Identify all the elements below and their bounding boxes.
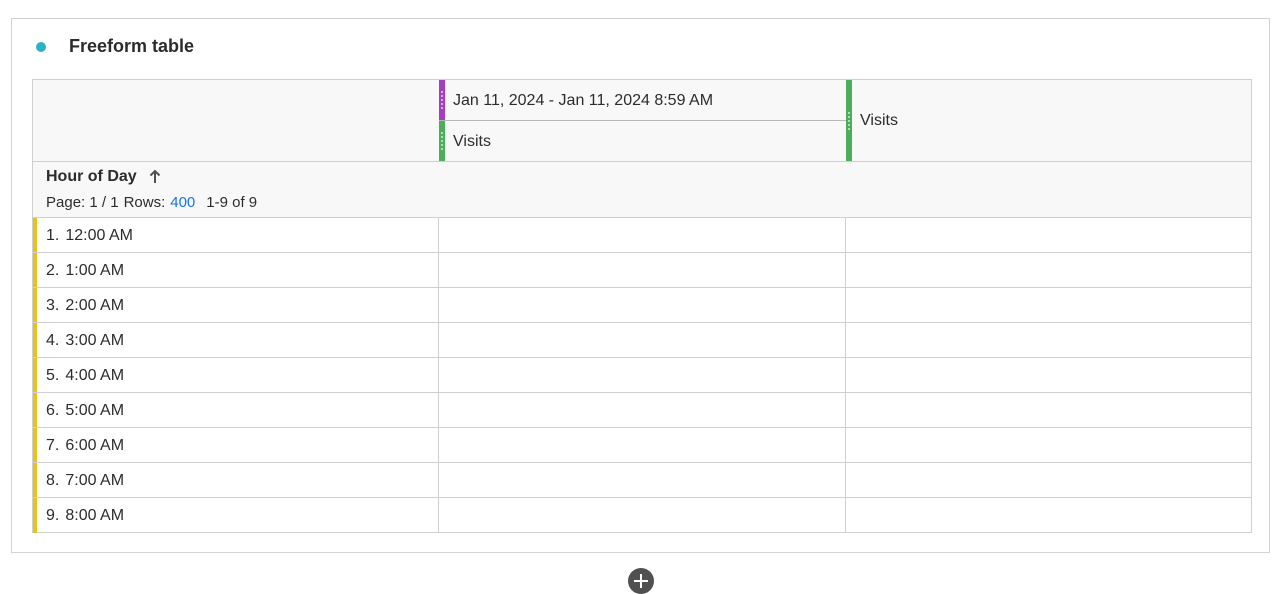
row-number: 3. xyxy=(46,297,60,314)
row-number: 4. xyxy=(46,332,60,349)
metric-drag-handle[interactable] xyxy=(439,121,445,161)
value-cell[interactable] xyxy=(438,428,845,462)
status-dot-icon xyxy=(36,42,46,52)
freeform-table: Jan 11, 2024 - Jan 11, 2024 8:59 AM Visi… xyxy=(32,79,1252,533)
row-label[interactable]: 3. 2:00 AM xyxy=(46,297,124,315)
value-cell[interactable] xyxy=(845,288,1252,322)
row-hour: 7:00 AM xyxy=(65,472,125,489)
row-hour: 6:00 AM xyxy=(65,437,125,454)
value-cell[interactable] xyxy=(845,253,1252,287)
table-row[interactable]: 8. 7:00 AM xyxy=(33,463,1251,498)
row-range: 1-9 of 9 xyxy=(206,194,258,211)
row-hour: 4:00 AM xyxy=(65,367,125,384)
dimension-header: Hour of Day Page: 1 / 1 Rows: 400 1-9 of… xyxy=(33,162,1251,218)
table-row[interactable]: 6. 5:00 AM xyxy=(33,393,1251,428)
value-cell[interactable] xyxy=(845,498,1252,533)
table-row[interactable]: 7. 6:00 AM xyxy=(33,428,1251,463)
value-cell[interactable] xyxy=(438,253,845,287)
row-number: 8. xyxy=(46,472,60,489)
row-number: 2. xyxy=(46,262,60,279)
row-accent-bar xyxy=(33,323,37,357)
table-header: Jan 11, 2024 - Jan 11, 2024 8:59 AM Visi… xyxy=(33,80,1251,162)
drag-grip-icon xyxy=(848,111,850,130)
drag-grip-icon xyxy=(441,91,443,109)
column-header-visits[interactable]: Visits xyxy=(846,80,1252,161)
segment-drag-handle[interactable] xyxy=(439,80,445,120)
panel-title[interactable]: Freeform table xyxy=(69,36,194,57)
row-label[interactable]: 9. 8:00 AM xyxy=(46,507,124,525)
row-accent-bar xyxy=(33,393,37,427)
value-cell[interactable] xyxy=(438,393,845,427)
row-hour: 12:00 AM xyxy=(65,227,133,244)
value-cell[interactable] xyxy=(845,358,1252,392)
value-cell[interactable] xyxy=(438,498,845,533)
value-cell[interactable] xyxy=(438,463,845,497)
table-row[interactable]: 1. 12:00 AM xyxy=(33,218,1251,253)
row-accent-bar xyxy=(33,358,37,392)
table-row[interactable]: 3. 2:00 AM xyxy=(33,288,1251,323)
row-label[interactable]: 7. 6:00 AM xyxy=(46,437,124,455)
row-number: 7. xyxy=(46,437,60,454)
row-hour: 8:00 AM xyxy=(65,507,125,524)
value-cell[interactable] xyxy=(438,218,845,252)
row-label[interactable]: 1. 12:00 AM xyxy=(46,227,133,245)
value-cell[interactable] xyxy=(438,323,845,357)
value-cell[interactable] xyxy=(438,358,845,392)
value-cell[interactable] xyxy=(845,463,1252,497)
row-hour: 1:00 AM xyxy=(65,262,125,279)
pagination: Page: 1 / 1 Rows: 400 1-9 of 9 xyxy=(46,194,257,211)
row-label[interactable]: 6. 5:00 AM xyxy=(46,402,124,420)
row-hour: 2:00 AM xyxy=(65,297,125,314)
add-visualization-icon[interactable] xyxy=(628,568,654,594)
dimension-title[interactable]: Hour of Day xyxy=(46,168,137,186)
metric-drag-handle[interactable] xyxy=(846,80,852,161)
table-row[interactable]: 9. 8:00 AM xyxy=(33,498,1251,533)
row-number: 1. xyxy=(46,227,60,244)
freeform-table-panel: Freeform table Jan 11, 2024 - Jan 11, 20… xyxy=(11,18,1270,553)
row-accent-bar xyxy=(33,288,37,322)
row-label[interactable]: 2. 1:00 AM xyxy=(46,262,124,280)
table-body: 1. 12:00 AM 2. 1:00 AM 3. 2:00 AM 4. 3:00 AM 5. 4… xyxy=(33,218,1251,533)
value-cell[interactable] xyxy=(845,428,1252,462)
rows-per-page-link[interactable]: 400 xyxy=(170,194,195,211)
value-cell[interactable] xyxy=(845,393,1252,427)
table-row[interactable]: 5. 4:00 AM xyxy=(33,358,1251,393)
segment-date-range-header[interactable]: Jan 11, 2024 - Jan 11, 2024 8:59 AM xyxy=(439,80,846,121)
row-accent-bar xyxy=(33,218,37,252)
row-accent-bar xyxy=(33,253,37,287)
table-row[interactable]: 2. 1:00 AM xyxy=(33,253,1251,288)
metric-label: Visits xyxy=(453,133,491,150)
row-number: 5. xyxy=(46,367,60,384)
table-row[interactable]: 4. 3:00 AM xyxy=(33,323,1251,358)
value-cell[interactable] xyxy=(845,218,1252,252)
column-header-segment-visits[interactable]: Jan 11, 2024 - Jan 11, 2024 8:59 AM Visi… xyxy=(439,80,846,161)
panel-header: Freeform table xyxy=(12,19,1269,75)
row-hour: 5:00 AM xyxy=(65,402,125,419)
value-cell[interactable] xyxy=(438,288,845,322)
row-accent-bar xyxy=(33,498,37,533)
row-label[interactable]: 4. 3:00 AM xyxy=(46,332,124,350)
row-label[interactable]: 8. 7:00 AM xyxy=(46,472,124,490)
page-indicator: Page: 1 / 1 xyxy=(46,194,119,211)
rows-label: Rows: xyxy=(123,194,166,211)
row-accent-bar xyxy=(33,428,37,462)
row-number: 9. xyxy=(46,507,60,524)
drag-grip-icon xyxy=(441,132,443,150)
metric-label: Visits xyxy=(860,112,898,129)
segment-date-label: Jan 11, 2024 - Jan 11, 2024 8:59 AM xyxy=(453,92,714,109)
row-hour: 3:00 AM xyxy=(65,332,125,349)
row-number: 6. xyxy=(46,402,60,419)
row-label[interactable]: 5. 4:00 AM xyxy=(46,367,124,385)
value-cell[interactable] xyxy=(845,323,1252,357)
sort-ascending-arrow-icon[interactable] xyxy=(148,169,162,185)
metric-header[interactable]: Visits xyxy=(439,121,846,161)
row-accent-bar xyxy=(33,463,37,497)
